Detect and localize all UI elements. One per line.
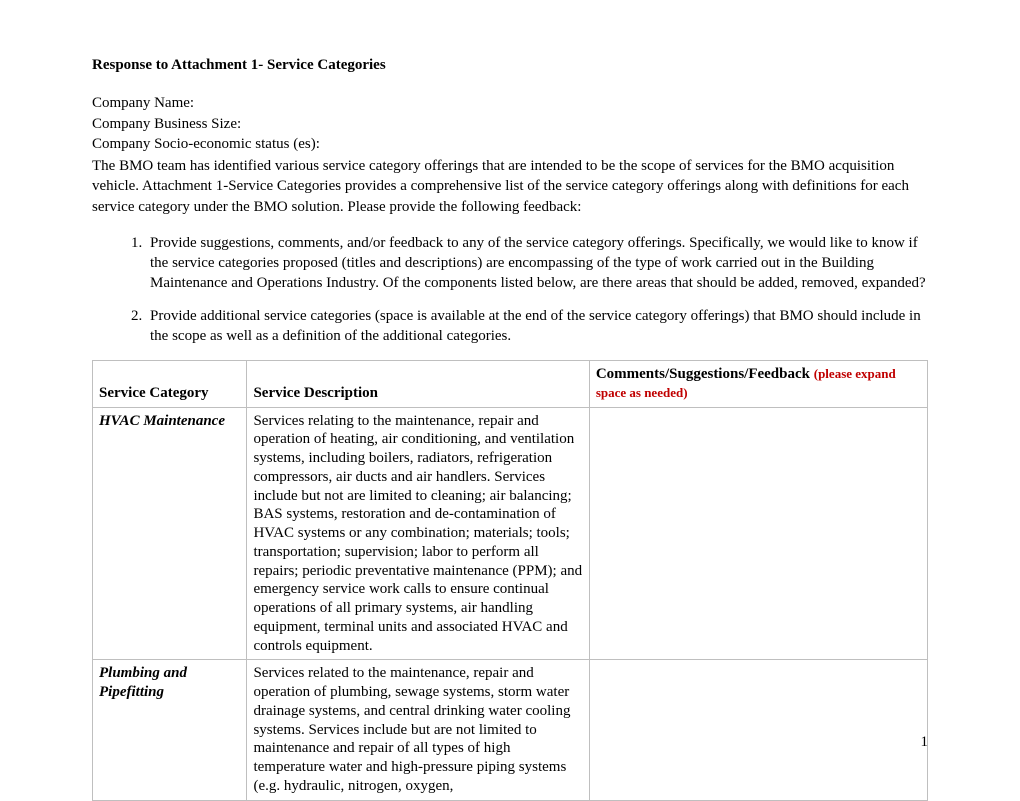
header-comments: Comments/Suggestions/Feedback (please ex…	[589, 361, 927, 408]
header-comments-main: Comments/Suggestions/Feedback	[596, 366, 814, 382]
intro-paragraph: The BMO team has identified various serv…	[92, 156, 928, 217]
cell-category: HVAC Maintenance	[93, 407, 247, 660]
feedback-list: Provide suggestions, comments, and/or fe…	[92, 233, 928, 346]
cell-description: Services relating to the maintenance, re…	[247, 407, 589, 660]
page-number: 1	[921, 732, 929, 752]
cell-comments[interactable]	[589, 407, 927, 660]
service-table: Service Category Service Description Com…	[92, 360, 928, 801]
cell-category: Plumbing and Pipefitting	[93, 660, 247, 800]
cell-comments[interactable]	[589, 660, 927, 800]
header-service-description: Service Description	[247, 361, 589, 408]
socio-economic-field: Company Socio-economic status (es):	[92, 134, 928, 154]
header-service-category: Service Category	[93, 361, 247, 408]
business-size-field: Company Business Size:	[92, 114, 928, 134]
cell-description: Services related to the maintenance, rep…	[247, 660, 589, 800]
feedback-item-1: Provide suggestions, comments, and/or fe…	[146, 233, 928, 294]
table-row: HVAC Maintenance Services relating to th…	[93, 407, 928, 660]
feedback-item-2: Provide additional service categories (s…	[146, 306, 928, 347]
table-header-row: Service Category Service Description Com…	[93, 361, 928, 408]
table-row: Plumbing and Pipefitting Services relate…	[93, 660, 928, 800]
doc-title: Response to Attachment 1- Service Catego…	[92, 55, 928, 75]
company-name-field: Company Name:	[92, 93, 928, 113]
